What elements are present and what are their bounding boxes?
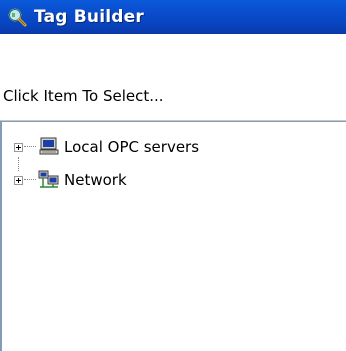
- prompt-text: Click Item To Select...: [3, 87, 164, 105]
- tree-connector: [24, 179, 36, 181]
- tree-connector-vertical: [18, 157, 20, 171]
- expand-icon[interactable]: [14, 142, 23, 152]
- tree-connector: [24, 146, 36, 148]
- prompt-area: Click Item To Select...: [0, 34, 346, 121]
- magnifier-icon: [6, 6, 28, 28]
- window-title: Tag Builder: [34, 7, 144, 27]
- tree-node-network[interactable]: Network: [14, 170, 127, 190]
- computer-icon: [38, 137, 60, 157]
- title-bar[interactable]: Tag Builder: [0, 0, 346, 34]
- tree-node-local-opc-servers[interactable]: Local OPC servers: [14, 137, 199, 157]
- expand-icon[interactable]: [14, 175, 23, 185]
- tag-builder-window: Tag Builder Click Item To Select... Loca…: [0, 0, 346, 351]
- network-icon: [38, 170, 60, 190]
- tree-node-label: Network: [64, 171, 127, 189]
- tree-node-label: Local OPC servers: [64, 138, 200, 156]
